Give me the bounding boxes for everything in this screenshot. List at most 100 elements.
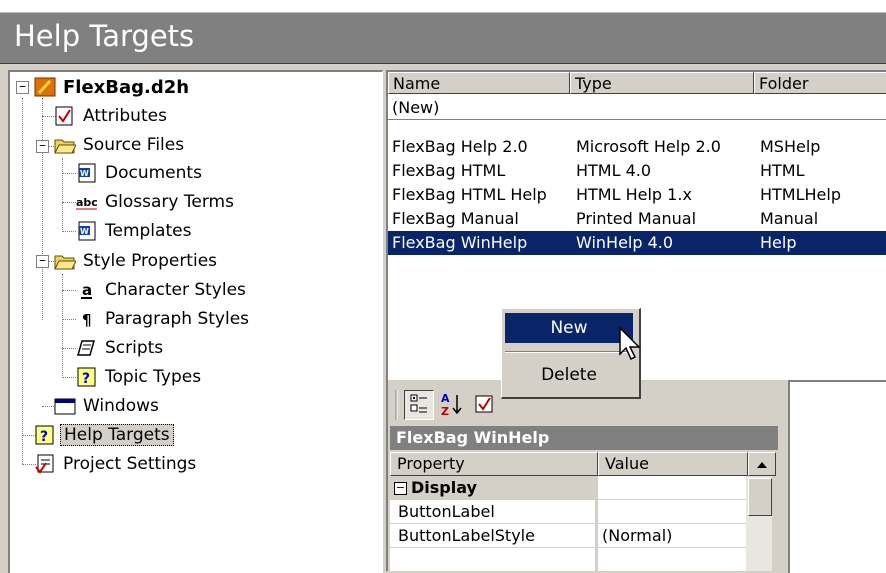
category-value-cell	[598, 476, 746, 500]
tree-item-help-targets[interactable]: ? Help Targets	[34, 422, 174, 448]
tree-item-character-styles[interactable]: a Character Styles	[76, 277, 249, 303]
tree-item-label: Topic Types	[105, 367, 202, 387]
row-name: FlexBag HTML	[392, 161, 506, 180]
table-row[interactable]: FlexBag HTML Help HTML Help 1.x HTMLHelp	[388, 183, 886, 207]
property-row[interactable]	[390, 548, 746, 572]
title-bar: Help Targets	[0, 12, 886, 64]
tree-item-windows[interactable]: Windows	[54, 393, 162, 419]
list-header: Name Type Folder	[388, 72, 886, 96]
property-column-header[interactable]: Property	[390, 452, 598, 476]
row-type: HTML Help 1.x	[576, 185, 692, 204]
property-row[interactable]: ButtonLabel	[390, 500, 746, 524]
svg-text:?: ?	[82, 371, 90, 387]
tree-item-paragraph-styles[interactable]: ¶ Paragraph Styles	[76, 306, 252, 332]
table-row[interactable]: FlexBag Help 2.0 Microsoft Help 2.0 MSHe…	[388, 135, 886, 159]
source-files-collapse-toggle[interactable]: −	[36, 140, 49, 153]
row-type: Printed Manual	[576, 209, 697, 228]
category-label: Display	[411, 478, 477, 497]
property-value[interactable]: (Normal)	[598, 524, 746, 548]
row-type: HTML 4.0	[576, 161, 652, 180]
property-grid[interactable]: AZ FlexBag WinHelp Property Value − Displ…	[386, 380, 778, 572]
property-scrollbar[interactable]	[746, 476, 772, 571]
context-menu-new[interactable]: New	[505, 313, 633, 343]
help-question-icon: ?	[34, 425, 56, 445]
word-document-icon: W	[76, 163, 98, 183]
tree-item-label: Documents	[105, 163, 202, 183]
tree-item-attributes[interactable]: Attributes	[54, 103, 170, 129]
project-tree[interactable]: − − − FlexBag.d2h Attributes Source File…	[8, 70, 383, 573]
tree-item-root[interactable]: FlexBag.d2h	[34, 74, 192, 100]
tree-item-source-files[interactable]: Source Files	[54, 132, 187, 158]
row-name: FlexBag WinHelp	[392, 233, 528, 252]
column-header-type[interactable]: Type	[570, 72, 754, 94]
tree-item-topic-types[interactable]: ? Topic Types	[76, 364, 204, 390]
open-folder-icon	[54, 135, 77, 155]
table-row[interactable]: FlexBag HTML HTML 4.0 HTML	[388, 159, 886, 183]
tree-item-label: Paragraph Styles	[105, 309, 250, 329]
table-row-selected[interactable]: FlexBag WinHelp WinHelp 4.0 Help	[388, 231, 886, 255]
category-cell: − Display	[390, 476, 596, 500]
svg-text:¶: ¶	[82, 311, 92, 329]
script-scroll-icon	[76, 338, 98, 358]
row-name: FlexBag Manual	[392, 209, 519, 228]
row-folder: Help	[760, 233, 797, 252]
tree-item-label: Style Properties	[83, 251, 218, 271]
tree-item-label: Templates	[105, 221, 192, 241]
row-name: FlexBag HTML Help	[392, 185, 547, 204]
description-pane	[788, 380, 886, 573]
open-folder-icon	[54, 251, 77, 271]
row-folder: HTML	[760, 161, 805, 180]
property-category-row[interactable]: − Display	[390, 476, 746, 500]
tree-item-label: Character Styles	[105, 280, 246, 300]
pilcrow-icon: ¶	[76, 309, 98, 329]
tree-item-label: Source Files	[83, 135, 185, 155]
character-style-icon: a	[76, 280, 98, 300]
category-collapse-toggle[interactable]: −	[394, 482, 407, 495]
tree-item-glossary-terms[interactable]: abc Glossary Terms	[76, 189, 237, 215]
tree-item-label: FlexBag.d2h	[63, 76, 190, 98]
tree-item-label: Project Settings	[63, 454, 197, 474]
svg-text:W: W	[80, 169, 89, 178]
settings-document-icon	[34, 454, 56, 474]
scroll-up-button[interactable]	[748, 452, 776, 476]
tree-item-scripts[interactable]: Scripts	[76, 335, 166, 361]
row-folder: HTMLHelp	[760, 185, 841, 204]
value-column-header[interactable]: Value	[598, 452, 748, 476]
svg-text:a: a	[82, 281, 92, 299]
tree-item-label: Help Targets	[60, 424, 174, 446]
tree-item-documents[interactable]: W Documents	[76, 160, 205, 186]
categorized-view-icon[interactable]	[404, 390, 434, 420]
row-folder: MSHelp	[760, 137, 821, 156]
menu-separator	[505, 351, 633, 353]
row-folder: Manual	[760, 209, 819, 228]
column-header-name[interactable]: Name	[388, 72, 570, 94]
abc-spelling-icon: abc	[76, 192, 98, 212]
svg-text:?: ?	[40, 429, 48, 445]
sort-alphabetical-icon[interactable]: AZ	[438, 390, 466, 418]
property-value[interactable]	[598, 500, 746, 524]
row-type: WinHelp 4.0	[576, 233, 674, 252]
tree-item-project-settings[interactable]: Project Settings	[34, 451, 199, 477]
svg-text:W: W	[80, 227, 89, 236]
project-icon	[34, 77, 56, 97]
tree-item-label: Attributes	[83, 106, 167, 126]
root-collapse-toggle[interactable]: −	[16, 81, 29, 94]
property-name	[390, 548, 596, 572]
tree-item-label: Windows	[83, 396, 159, 416]
new-entry-row[interactable]: (New)	[388, 96, 886, 120]
svg-text:Z: Z	[441, 405, 449, 418]
svg-text:abc: abc	[76, 196, 98, 209]
tree-item-style-properties[interactable]: Style Properties	[54, 248, 220, 274]
tree-item-templates[interactable]: W Templates	[76, 218, 194, 244]
property-row[interactable]: ButtonLabelStyle (Normal)	[390, 524, 746, 548]
checklist-icon	[54, 106, 76, 126]
scrollbar-thumb[interactable]	[748, 478, 772, 516]
context-menu-delete[interactable]: Delete	[505, 360, 633, 390]
style-properties-collapse-toggle[interactable]: −	[36, 255, 49, 268]
svg-text:A: A	[441, 392, 450, 405]
property-value[interactable]	[598, 548, 746, 572]
property-pages-icon[interactable]	[472, 390, 500, 418]
column-header-folder[interactable]: Folder	[754, 72, 886, 94]
table-row[interactable]: FlexBag Manual Printed Manual Manual	[388, 207, 886, 231]
word-template-icon: W	[76, 221, 98, 241]
